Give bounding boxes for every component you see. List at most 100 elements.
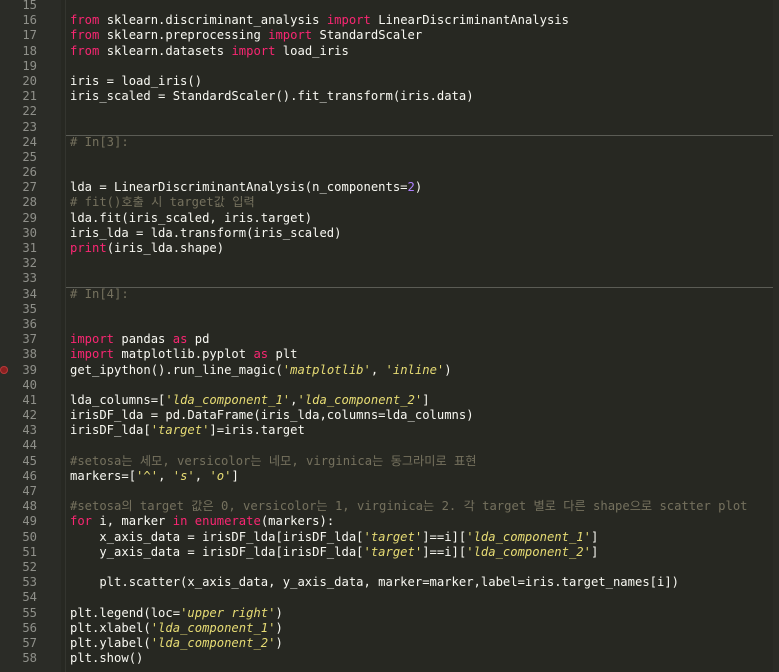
code-area[interactable]: 15 16 from sklearn.discriminant_analysis i… <box>0 0 779 666</box>
code-line[interactable]: 21 iris_scaled = StandardScaler().fit_tra… <box>0 89 779 104</box>
code-line[interactable]: 42 irisDF_lda = pd.DataFrame(iris_lda,col… <box>0 408 779 423</box>
code-line[interactable]: 54 <box>0 590 779 605</box>
code-line[interactable]: 39 get_ipython().run_line_magic('matplotl… <box>0 363 779 378</box>
code-line[interactable]: 57 plt.ylabel('lda_component_2') <box>0 636 779 651</box>
code-line[interactable]: 53 plt.scatter(x_axis_data, y_axis_data,… <box>0 575 779 590</box>
line-number: 19 <box>22 58 37 73</box>
code-token: lda.fit(iris_scaled, iris.target) <box>70 210 313 225</box>
code-line[interactable]: 34 # In[4]: <box>0 286 779 302</box>
line-number: 48 <box>22 499 37 514</box>
line-number: 32 <box>22 256 37 271</box>
code-token: 'inline' <box>385 362 445 377</box>
code-line[interactable]: 43 irisDF_lda['target']=iris.target <box>0 423 779 438</box>
code-text: irisDF_lda = pd.DataFrame(iris_lda,colum… <box>70 408 474 423</box>
line-number: 34 <box>22 286 37 301</box>
line-number: 17 <box>22 28 37 43</box>
line-number: 42 <box>22 408 37 423</box>
code-token: ) <box>444 362 452 377</box>
code-line[interactable]: 33 <box>0 271 779 286</box>
code-line[interactable]: 32 <box>0 256 779 271</box>
line-number: 40 <box>22 377 37 392</box>
code-token: plt.xlabel( <box>70 620 151 635</box>
code-token: #setosa의 target 값은 0, versicolor는 1, vir… <box>70 499 748 514</box>
code-line[interactable]: 19 <box>0 59 779 74</box>
code-text: get_ipython().run_line_magic('matplotlib… <box>70 363 452 378</box>
code-line[interactable]: 17 from sklearn.preprocessing import Stan… <box>0 28 779 43</box>
code-text: # In[4]: <box>70 287 129 302</box>
code-line[interactable]: 52 <box>0 560 779 575</box>
code-line[interactable]: 31 print(iris_lda.shape) <box>0 241 779 256</box>
code-line[interactable]: 44 <box>0 438 779 453</box>
code-line[interactable]: 35 <box>0 302 779 317</box>
line-number: 30 <box>22 225 37 240</box>
code-token: plt <box>268 347 298 362</box>
line-number: 43 <box>22 423 37 438</box>
code-line[interactable]: 30 iris_lda = lda.transform(iris_scaled) <box>0 226 779 241</box>
code-line[interactable]: 47 <box>0 484 779 499</box>
code-line[interactable]: 45 #setosa는 세모, versicolor는 네모, virginica… <box>0 454 779 469</box>
line-number: 26 <box>22 165 37 180</box>
code-token: #setosa는 세모, versicolor는 네모, virginica는 … <box>70 453 477 468</box>
code-line[interactable]: 27 lda = LinearDiscriminantAnalysis(n_com… <box>0 180 779 195</box>
code-line[interactable]: 28 # fit()호출 시 target값 입력 <box>0 195 779 210</box>
line-number: 39 <box>22 362 37 377</box>
code-token: ] <box>590 529 599 544</box>
code-line[interactable]: 49 for i, marker in enumerate(markers): <box>0 514 779 529</box>
code-line[interactable]: 24 # In[3]: <box>0 134 779 150</box>
code-line[interactable]: 26 <box>0 165 779 180</box>
code-line[interactable]: 16 from sklearn.discriminant_analysis imp… <box>0 13 779 28</box>
code-token: pandas <box>114 332 173 347</box>
code-line[interactable]: 37 import pandas as pd <box>0 332 779 347</box>
code-text: from sklearn.datasets import load_iris <box>70 44 349 59</box>
code-line[interactable]: 22 <box>0 104 779 119</box>
code-token: ]==i][ <box>422 529 467 544</box>
code-line[interactable]: 56 plt.xlabel('lda_component_1') <box>0 621 779 636</box>
line-number: 27 <box>22 180 37 195</box>
code-line[interactable]: 36 <box>0 317 779 332</box>
code-token: plt.legend(loc= <box>70 605 181 620</box>
code-line[interactable]: 23 <box>0 120 779 135</box>
code-token: iris_lda = lda.transform(iris_scaled) <box>70 225 342 240</box>
code-line[interactable]: 58 plt.show() <box>0 651 779 666</box>
code-token: sklearn.datasets <box>99 43 232 58</box>
line-number: 23 <box>22 119 37 134</box>
code-text: markers=['^', 's', 'o'] <box>70 469 239 484</box>
code-token: for <box>70 514 93 529</box>
code-line[interactable]: 41 lda_columns=['lda_component_1','lda_co… <box>0 393 779 408</box>
code-line[interactable]: 25 <box>0 150 779 165</box>
code-token: as <box>253 347 269 362</box>
vertical-scrollbar[interactable] <box>773 0 779 672</box>
code-line[interactable]: 51 y_axis_data = irisDF_lda[irisDF_lda['… <box>0 545 779 560</box>
code-line[interactable]: 18 from sklearn.datasets import load_iris <box>0 44 779 59</box>
line-number: 46 <box>22 468 37 483</box>
code-line[interactable]: 38 import matplotlib.pyplot as plt <box>0 347 779 362</box>
code-token: get_ipython().run_line_magic( <box>70 362 283 377</box>
code-token: y_axis_data = irisDF_lda[irisDF_lda[ <box>70 544 364 559</box>
code-token: in <box>172 514 188 529</box>
code-editor[interactable]: 15 16 from sklearn.discriminant_analysis i… <box>0 0 779 672</box>
code-token: print <box>70 241 107 255</box>
code-token: import <box>70 347 115 362</box>
code-line[interactable]: 20 iris = load_iris() <box>0 74 779 89</box>
code-line[interactable]: 15 <box>0 0 779 13</box>
code-line[interactable]: 55 plt.legend(loc='upper right') <box>0 606 779 621</box>
code-token: '^' <box>136 468 159 483</box>
code-line[interactable]: 46 markers=['^', 's', 'o'] <box>0 469 779 484</box>
code-token: 'target' <box>363 529 423 544</box>
code-line[interactable]: 40 <box>0 378 779 393</box>
code-text: plt.ylabel('lda_component_2') <box>70 636 283 651</box>
line-number: 49 <box>22 514 37 529</box>
code-token: # fit()호출 시 target값 입력 <box>70 195 255 210</box>
code-token: ] <box>590 544 599 559</box>
code-line[interactable]: 48 #setosa의 target 값은 0, versicolor는 1, v… <box>0 499 779 514</box>
code-token: 'target' <box>150 423 210 438</box>
code-line[interactable]: 29 lda.fit(iris_scaled, iris.target) <box>0 211 779 226</box>
code-token: , <box>194 468 210 483</box>
line-number: 29 <box>22 210 37 225</box>
code-token: sklearn.preprocessing <box>99 28 269 43</box>
code-token: (iris_lda.shape) <box>106 241 225 255</box>
code-token: ]==i][ <box>422 544 467 559</box>
code-line[interactable]: 50 x_axis_data = irisDF_lda[irisDF_lda['… <box>0 530 779 545</box>
code-token: enumerate <box>194 514 261 529</box>
